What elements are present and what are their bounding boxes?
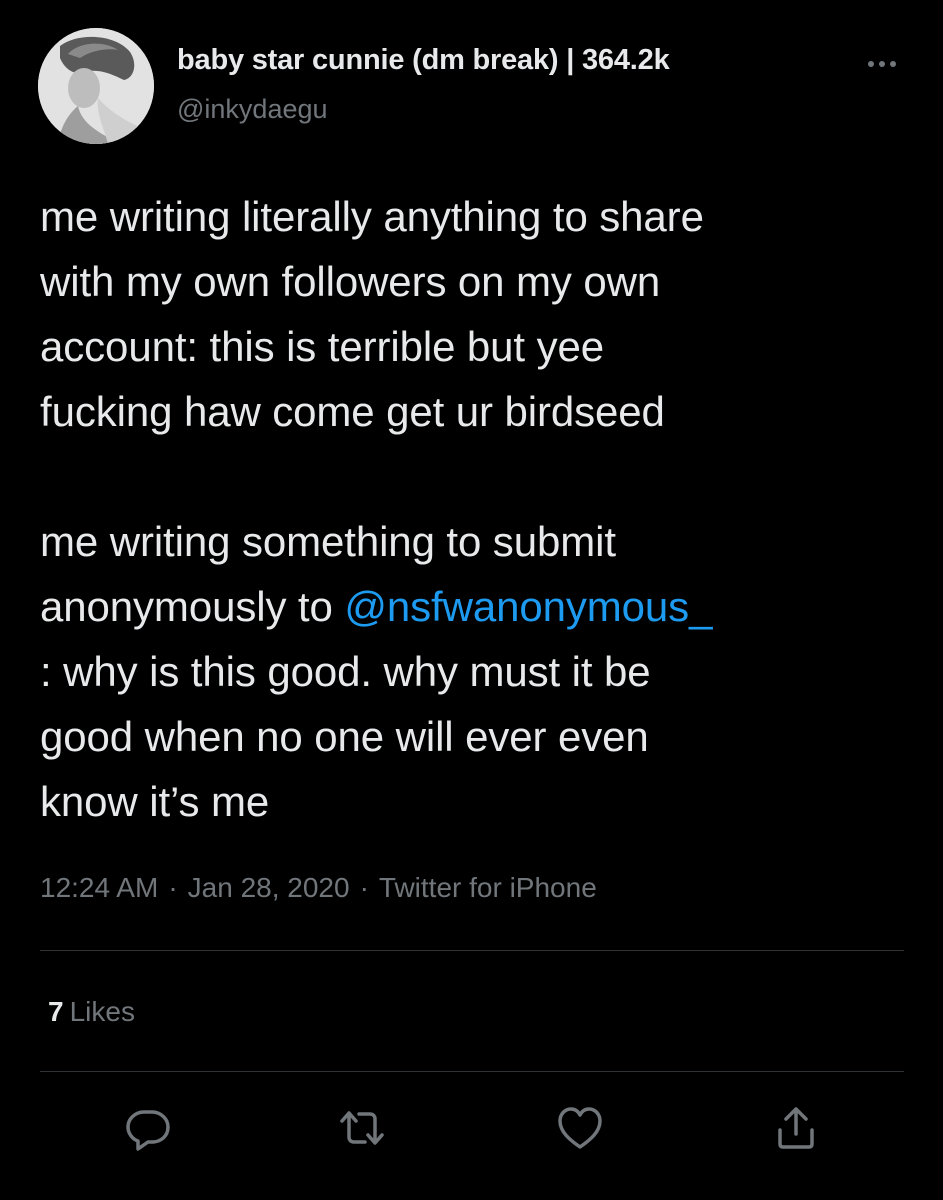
tweet-detail: baby star cunnie (dm break) | 364.2k @in… (0, 0, 943, 1200)
meta-separator: · (359, 872, 369, 903)
retweet-icon (340, 1111, 384, 1145)
tweet-text: me writing literally anything to share w… (40, 184, 920, 834)
like-button[interactable] (556, 1104, 604, 1152)
divider (40, 950, 904, 951)
tweet-time[interactable]: 12:24 AM (40, 872, 158, 903)
avatar-image (38, 28, 154, 144)
tweet-text-part1: me writing literally anything to share w… (40, 193, 704, 630)
author-name[interactable]: baby star cunnie (dm break) | 364.2k (177, 44, 670, 77)
author-handle[interactable]: @inkydaegu (177, 94, 328, 125)
reply-button[interactable] (124, 1104, 172, 1152)
more-options-icon[interactable] (862, 52, 902, 76)
likes-stat[interactable]: 7 Likes (48, 996, 135, 1028)
meta-separator: · (168, 872, 178, 903)
likes-count: 7 (48, 996, 64, 1027)
heart-icon (558, 1107, 602, 1149)
avatar[interactable] (38, 28, 154, 144)
tweet-meta: 12:24 AM · Jan 28, 2020 · Twitter for iPhone (40, 872, 597, 904)
mention-link[interactable]: @nsfwanonymous_ (344, 583, 712, 630)
reply-icon (126, 1110, 170, 1151)
tweet-date[interactable]: Jan 28, 2020 (188, 872, 350, 903)
tweet-text-part2: : why is this good. why must it be good … (40, 648, 651, 825)
divider (40, 1071, 904, 1072)
retweet-button[interactable] (338, 1104, 386, 1152)
tweet-source[interactable]: Twitter for iPhone (379, 872, 597, 903)
share-icon (778, 1107, 814, 1149)
likes-label: Likes (69, 996, 135, 1027)
share-button[interactable] (772, 1104, 820, 1152)
